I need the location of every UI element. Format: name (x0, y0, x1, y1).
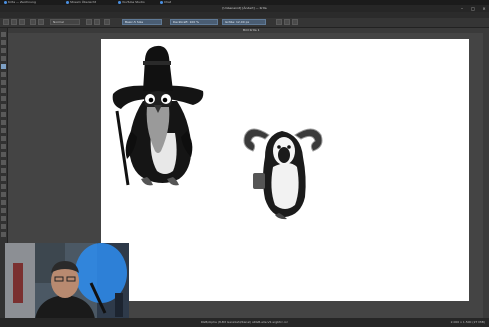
browser-tab-label: Chat (164, 0, 172, 4)
canvas-drawing (112, 45, 323, 220)
brush-preset-field[interactable]: Basic-5 Size (122, 19, 162, 25)
favicon-icon (66, 0, 69, 4)
text-tool-icon[interactable] (1, 112, 6, 117)
select-tool-icon[interactable] (1, 32, 6, 37)
wizard-penguin-drawing (112, 45, 204, 186)
webcam-image (5, 243, 129, 319)
size-slider[interactable]: Größe: 12,00 px (222, 19, 266, 25)
smart-patch-tool-icon[interactable] (1, 144, 6, 149)
polygon-tool-icon[interactable] (1, 96, 6, 101)
mirror-icon[interactable] (276, 19, 282, 25)
bezier-select-icon[interactable] (1, 208, 6, 213)
favicon-icon (160, 0, 163, 4)
crop-tool-icon[interactable] (1, 56, 6, 61)
ellipse-tool-icon[interactable] (1, 88, 6, 93)
assistant-tool-icon[interactable] (1, 152, 6, 157)
line-tool-icon[interactable] (1, 72, 6, 77)
blend-mode-select[interactable]: Normal (50, 19, 80, 25)
open-file-icon[interactable] (11, 19, 17, 25)
lock-icon[interactable] (292, 19, 298, 25)
measure-tool-icon[interactable] (1, 160, 6, 165)
tool-options-bar: Normal Basic-5 Size Deckkraft: 100 % Grö… (0, 18, 489, 28)
rect-tool-icon[interactable] (1, 80, 6, 85)
transform-tool-icon[interactable] (1, 40, 6, 45)
multibrush-tool-icon[interactable] (1, 224, 6, 229)
redo-icon[interactable] (38, 19, 44, 25)
pan-tool-icon[interactable] (1, 176, 6, 181)
minimize-icon[interactable]: – (457, 6, 467, 11)
brush-tool-icon[interactable] (1, 64, 6, 69)
wrap-icon[interactable] (284, 19, 290, 25)
new-file-icon[interactable] (3, 19, 9, 25)
undo-icon[interactable] (30, 19, 36, 25)
app-title-bar: [Unbenannt] [Ändert] — Krita – □ × (0, 5, 489, 12)
color-profile-status: RGB/Alpha (8-Bit Ganzzahl/Kanal) sRGB-el… (200, 320, 289, 324)
save-file-icon[interactable] (19, 19, 25, 25)
image-size-status: 2.000 x 1.500 (27 MiB) (450, 320, 485, 324)
favicon-icon (118, 0, 121, 4)
close-icon[interactable]: × (479, 6, 489, 11)
contiguous-select-icon[interactable] (1, 192, 6, 197)
horned-penguin-drawing (243, 128, 323, 220)
maximize-icon[interactable]: □ (468, 6, 478, 11)
gradient-tool-icon[interactable] (1, 128, 6, 133)
palette-icon[interactable] (104, 19, 110, 25)
eraser-icon[interactable] (94, 19, 100, 25)
zoom-tool-icon[interactable] (1, 168, 6, 173)
webcam-overlay (5, 243, 129, 319)
picker-tool-icon[interactable] (1, 136, 6, 141)
calligraphy-tool-icon[interactable] (1, 232, 6, 237)
fill-tool-icon[interactable] (1, 120, 6, 125)
vertical-scrollbar[interactable] (483, 33, 489, 318)
status-bar: RGB/Alpha (8-Bit Ganzzahl/Kanal) sRGB-el… (0, 318, 489, 327)
opacity-slider[interactable]: Deckkraft: 100 % (170, 19, 218, 25)
magnetic-select-icon[interactable] (1, 216, 6, 221)
browser-tab-label: Stream Übersicht (70, 0, 97, 4)
freehand-select-icon[interactable] (1, 184, 6, 189)
drawing-canvas[interactable] (101, 39, 469, 301)
similar-select-icon[interactable] (1, 200, 6, 205)
move-tool-icon[interactable] (1, 48, 6, 53)
browser-tab-label: YouTube Studio (122, 0, 145, 4)
favicon-icon (4, 0, 7, 4)
browser-tab-label: Krita — Zeichnung (8, 0, 36, 4)
path-tool-icon[interactable] (1, 104, 6, 109)
brush-icon[interactable] (86, 19, 92, 25)
app-title: [Unbenannt] [Ändert] — Krita (222, 6, 267, 10)
